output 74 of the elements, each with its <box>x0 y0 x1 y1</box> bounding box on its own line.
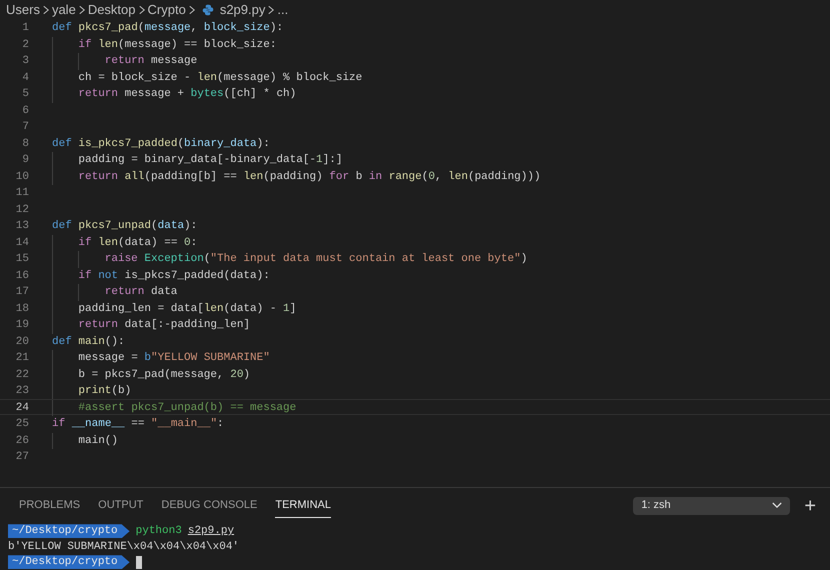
line-number: 25 <box>14 417 29 430</box>
line-number: 12 <box>14 202 29 216</box>
breadcrumb-item[interactable]: Desktop <box>88 0 136 20</box>
line-number: 23 <box>14 384 29 398</box>
terminal-selector[interactable]: 1: zsh <box>633 496 790 514</box>
line-number: 16 <box>14 268 29 282</box>
code-line: if len(data) == 0: <box>78 236 198 249</box>
python-file-icon <box>202 4 214 16</box>
code-line: if len(message) == block_size: <box>78 38 276 51</box>
line-number: 19 <box>14 318 29 332</box>
code-line: return message + bytes([ch] * ch) <box>78 87 296 100</box>
code-line: b = pkcs7_pad(message, 20) <box>78 368 250 381</box>
line-number: 6 <box>21 104 29 117</box>
code-line: raise Exception("The input data must contain at least one byte") <box>104 252 528 266</box>
terminal-command: python3 <box>136 524 182 539</box>
breadcrumb-more[interactable]: ... <box>277 0 288 20</box>
terminal-output: b'YELLOW SUBMARINE\x04\x04\x04\x04' <box>8 540 240 554</box>
code-line: #assert pkcs7_unpad(b) == message <box>78 400 296 414</box>
chevron-icon <box>42 4 49 14</box>
prompt-segment: ~/Desktop/crypto <box>8 555 130 570</box>
line-number: 22 <box>14 368 29 381</box>
line-number: 11 <box>14 186 29 200</box>
line-number: 14 <box>14 236 29 249</box>
code-line: def main(): <box>52 334 125 348</box>
line-number: 17 <box>14 285 29 298</box>
breadcrumb-item[interactable]: Users <box>6 0 40 20</box>
code-line: return data[:-padding_len] <box>78 318 250 332</box>
chevron-icon <box>138 4 145 14</box>
breadcrumb-item[interactable]: s2p9.py <box>220 0 266 20</box>
code-line: print(b) <box>78 384 132 398</box>
panel-tab[interactable]: DEBUG CONSOLE <box>161 494 258 518</box>
line-number: 9 <box>21 153 29 166</box>
add-terminal-button[interactable]: + <box>804 496 816 516</box>
line-number: 10 <box>14 170 29 183</box>
line-number: 13 <box>14 219 29 232</box>
code-line: return data <box>104 285 178 298</box>
line-number: 15 <box>14 252 29 266</box>
line-number: 2 <box>21 38 29 51</box>
chevron-icon <box>188 4 195 14</box>
line-number: 21 <box>14 351 29 364</box>
code-line: main() <box>78 434 118 447</box>
code-line: message = b"YELLOW SUBMARINE" <box>78 351 270 364</box>
line-number: 1 <box>21 21 29 34</box>
prompt-segment: ~/Desktop/crypto <box>8 524 130 538</box>
panel-tab[interactable]: OUTPUT <box>98 494 144 518</box>
line-number: 20 <box>14 334 29 348</box>
line-number: 26 <box>14 434 29 447</box>
line-number: 24 <box>14 400 29 414</box>
code-line: def pkcs7_unpad(data): <box>52 219 198 232</box>
code-line: if __name__ == "__main__": <box>52 417 224 430</box>
chevron-icon <box>78 4 85 14</box>
panel-tab[interactable]: PROBLEMS <box>19 494 80 518</box>
caret-icon <box>772 502 782 509</box>
code-line: return message <box>104 54 198 68</box>
line-number: 3 <box>21 54 29 68</box>
code-line: padding = binary_data[-binary_data[-1]:] <box>78 153 342 166</box>
code-line: ch = block_size - len(message) % block_size <box>78 70 362 84</box>
line-number: 18 <box>14 302 29 315</box>
chevron-icon <box>268 4 274 14</box>
terminal-argument: s2p9.py <box>188 524 234 539</box>
line-number: 7 <box>21 120 29 134</box>
cursor <box>136 556 142 569</box>
line-number: 8 <box>21 136 29 150</box>
code-line: padding_len = data[len(data) - 1] <box>78 302 296 315</box>
line-number: 27 <box>14 450 29 464</box>
breadcrumb-item[interactable]: Crypto <box>148 0 186 20</box>
breadcrumb-item[interactable]: yale <box>52 0 76 20</box>
line-number: 4 <box>21 70 29 84</box>
code-line: def pkcs7_pad(message, block_size): <box>52 21 284 34</box>
code-line: return all(padding[b] == len(padding) for b in range(0, len(padding))) <box>78 170 541 183</box>
line-number: 5 <box>21 87 29 100</box>
code-line: def is_pkcs7_padded(binary_data): <box>52 136 270 150</box>
code-line: if not is_pkcs7_padded(data): <box>78 268 270 282</box>
panel-tab[interactable]: TERMINAL <box>275 494 331 518</box>
